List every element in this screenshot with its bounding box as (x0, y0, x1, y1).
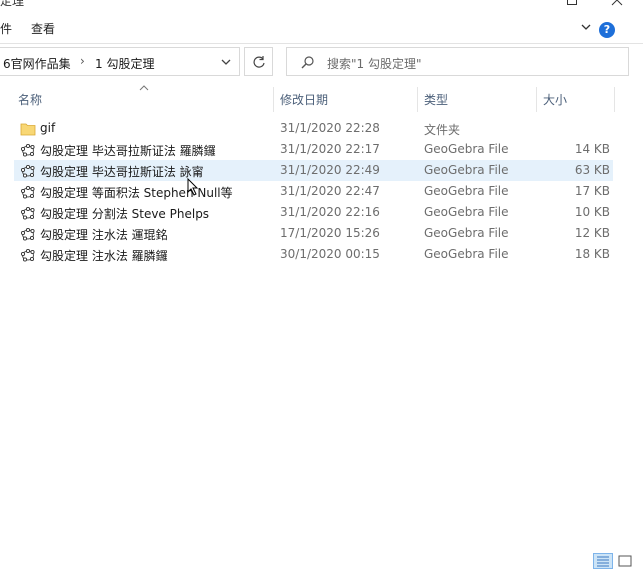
file-row[interactable]: 勾股定理 注水法 羅膦鑼 30/1/2020 00:15 GeoGebra File… (14, 244, 613, 265)
sort-ascending-icon (139, 81, 149, 91)
file-size: 63 KB (574, 163, 610, 177)
file-type: GeoGebra File (424, 142, 509, 156)
ribbon-tab-view[interactable]: 查看 (31, 20, 55, 37)
file-type: GeoGebra File (424, 226, 509, 240)
file-name: 勾股定理 毕达哥拉斯证法 羅膦鑼 (40, 144, 216, 158)
geogebra-icon (20, 205, 36, 221)
refresh-icon (253, 56, 265, 68)
geogebra-icon (20, 163, 36, 179)
file-type: GeoGebra File (424, 163, 509, 177)
file-date: 30/1/2020 00:15 (280, 247, 380, 261)
ribbon: 件 查看 ? (0, 10, 643, 44)
large-icons-view-icon (618, 555, 632, 567)
file-date: 31/1/2020 22:49 (280, 163, 380, 177)
file-row[interactable]: 勾股定理 毕达哥拉斯证法 羅膦鑼 31/1/2020 22:17 GeoGebra … (14, 139, 613, 160)
file-row[interactable]: 勾股定理 注水法 運琨銘 17/1/2020 15:26 GeoGebra File… (14, 223, 613, 244)
file-size: 10 KB (574, 205, 610, 219)
refresh-button[interactable] (244, 47, 273, 76)
address-bar[interactable]: 6官网作品集 › 1 勾股定理 (0, 47, 240, 76)
file-name: 勾股定理 分割法 Steve Phelps (40, 207, 210, 221)
file-type: 文件夹 (424, 123, 461, 137)
file-date: 31/1/2020 22:28 (280, 121, 380, 135)
column-header-type[interactable]: 类型 (424, 91, 448, 108)
column-header-size[interactable]: 大小 (543, 91, 567, 108)
column-header-date[interactable]: 修改日期 (280, 91, 328, 108)
file-name: gif (40, 121, 56, 135)
breadcrumb-item-portfolio[interactable]: 6官网作品集 (3, 55, 71, 72)
file-size: 14 KB (574, 142, 610, 156)
help-icon[interactable]: ? (599, 22, 615, 38)
file-type: GeoGebra File (424, 205, 509, 219)
column-divider[interactable] (417, 87, 418, 112)
file-date: 31/1/2020 22:47 (280, 184, 380, 198)
title-bar: 定理 (0, 0, 643, 10)
search-box[interactable]: 搜索"1 勾股定理" (286, 47, 629, 76)
file-type: GeoGebra File (424, 247, 509, 261)
details-view-icon (597, 556, 609, 567)
geogebra-icon (20, 142, 36, 158)
file-name: 勾股定理 注水法 運琨銘 (40, 228, 168, 242)
window-title: 定理 (0, 0, 25, 8)
file-name: 勾股定理 毕达哥拉斯证法 詠甯 (40, 165, 204, 179)
breadcrumb-separator-icon[interactable]: › (80, 54, 85, 68)
file-name: 勾股定理 注水法 羅膦鑼 (40, 249, 168, 263)
folder-icon (20, 121, 36, 137)
address-dropdown-icon[interactable] (220, 56, 232, 68)
breadcrumb-item-current[interactable]: 1 勾股定理 (95, 55, 154, 72)
ribbon-divider (0, 43, 643, 44)
mouse-cursor-icon (187, 177, 199, 199)
file-name: 勾股定理 等面积法 Stephen Null等 (40, 186, 233, 200)
file-row[interactable]: 勾股定理 毕达哥拉斯证法 詠甯 31/1/2020 22:49 GeoGebra F… (14, 160, 613, 181)
file-date: 17/1/2020 15:26 (280, 226, 380, 240)
file-row[interactable]: 勾股定理 分割法 Steve Phelps 31/1/2020 22:16 GeoG… (14, 202, 613, 223)
file-size: 12 KB (574, 226, 610, 240)
file-type: GeoGebra File (424, 184, 509, 198)
maximize-icon[interactable] (566, 0, 578, 6)
column-divider[interactable] (614, 87, 615, 112)
column-divider[interactable] (273, 87, 274, 112)
large-icons-view-button[interactable] (617, 553, 633, 569)
file-size: 17 KB (574, 184, 610, 198)
column-header-name[interactable]: 名称 (18, 91, 42, 108)
file-size: 18 KB (574, 247, 610, 261)
search-input[interactable]: 搜索"1 勾股定理" (327, 55, 422, 72)
file-date: 31/1/2020 22:17 (280, 142, 380, 156)
geogebra-icon (20, 184, 36, 200)
file-date: 31/1/2020 22:16 (280, 205, 380, 219)
geogebra-icon (20, 247, 36, 263)
file-row[interactable]: gif 31/1/2020 22:28 文件夹 (14, 118, 613, 139)
ribbon-collapse-icon[interactable] (579, 20, 593, 34)
ribbon-tab-file[interactable]: 件 (0, 20, 12, 37)
search-icon (301, 55, 315, 72)
details-view-button[interactable] (593, 553, 613, 569)
close-icon[interactable] (611, 0, 623, 6)
geogebra-icon (20, 226, 36, 242)
file-row[interactable]: 勾股定理 等面积法 Stephen Null等 31/1/2020 22:47 Ge… (14, 181, 613, 202)
column-divider[interactable] (536, 87, 537, 112)
